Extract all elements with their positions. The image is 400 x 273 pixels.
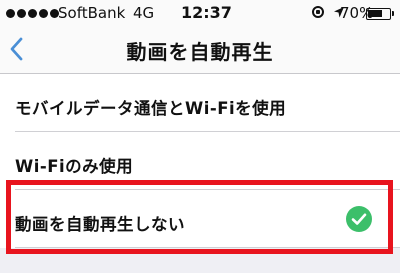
page-title: 動画を自動再生 — [126, 40, 274, 64]
signal-dots-icon — [6, 9, 59, 18]
checkmark-icon — [346, 206, 372, 232]
option-never-autoplay[interactable]: 動画を自動再生しない — [0, 190, 400, 248]
option-wifi-only[interactable]: Wi-Fiのみ使用 — [0, 132, 400, 190]
battery-icon — [366, 8, 391, 20]
rotation-lock-icon — [312, 6, 324, 18]
status-time: 12:37 — [181, 3, 232, 22]
status-bar: SoftBank 4G 12:37 70% — [0, 0, 400, 26]
option-mobile-and-wifi[interactable]: モバイルデータ通信とWi-Fiを使用 — [0, 74, 400, 132]
battery-nub — [392, 11, 394, 16]
option-label: Wi-Fiのみ使用 — [15, 157, 134, 176]
navigation-bar: 動画を自動再生 — [0, 26, 400, 74]
autoplay-options-list: モバイルデータ通信とWi-Fiを使用 Wi-Fiのみ使用 動画を自動再生しない — [0, 74, 400, 248]
network-type: 4G — [133, 4, 155, 22]
list-footer-background — [0, 248, 400, 273]
carrier-name: SoftBank — [58, 4, 126, 22]
option-label: 動画を自動再生しない — [15, 215, 185, 234]
battery-fill — [368, 10, 382, 17]
option-label: モバイルデータ通信とWi-Fiを使用 — [15, 99, 287, 118]
